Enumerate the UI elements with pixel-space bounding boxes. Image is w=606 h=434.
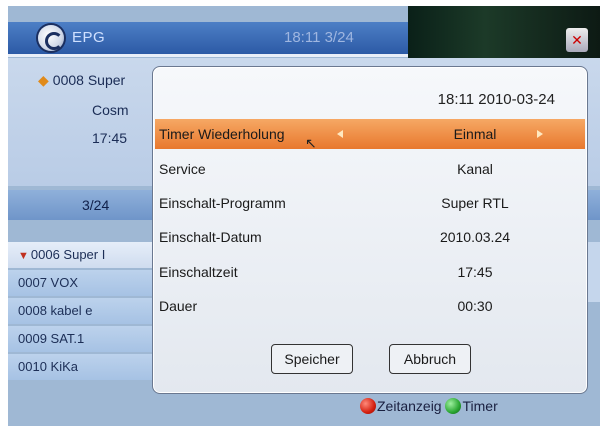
channel-label: 0006 Super I xyxy=(30,247,106,262)
service-row[interactable]: Service Kanal xyxy=(155,154,585,184)
epg-screen: ✕ EPG 18:11 3/24 ◆ 0008 Super Cosm 17:45 … xyxy=(8,6,600,426)
star-icon: ◆ xyxy=(38,72,49,88)
channel-label: 0009 SAT.1 xyxy=(18,331,85,346)
arrow-left-icon[interactable] xyxy=(337,130,343,138)
duration-value: 00:30 xyxy=(457,298,493,314)
channel-item[interactable]: 0010 KiKa xyxy=(8,354,158,380)
timer-repeat-label: Timer Wiederholung xyxy=(159,126,285,142)
start-time-label: Einschaltzeit xyxy=(159,264,238,280)
channel-item[interactable]: 0009 SAT.1 xyxy=(8,326,158,352)
green-key-icon[interactable] xyxy=(445,398,462,414)
key-legend: Zeitanzeig Timer xyxy=(360,398,498,414)
save-button[interactable]: Speicher xyxy=(271,344,353,374)
start-time-value: 17:45 xyxy=(457,264,493,280)
date-value: 2010.03.24 xyxy=(439,229,511,245)
service-value: Kanal xyxy=(457,161,493,177)
red-key-icon[interactable] xyxy=(360,398,376,414)
info-channel: ◆ 0008 Super xyxy=(38,72,125,89)
green-key-label: Timer xyxy=(462,398,498,414)
duration-label: Dauer xyxy=(159,298,198,314)
info-time: 17:45 xyxy=(92,130,128,146)
channel-label: 0007 VOX xyxy=(18,275,78,290)
mute-icon: ✕ xyxy=(566,28,588,52)
page-indicator: 3/24 xyxy=(82,197,110,213)
video-preview: ✕ xyxy=(408,6,600,166)
epg-logo-icon xyxy=(38,25,64,51)
channel-item[interactable]: 0007 VOX xyxy=(8,270,158,296)
program-row[interactable]: Einschalt-Programm Super RTL xyxy=(155,188,585,218)
channel-label: 0008 kabel e xyxy=(18,303,93,318)
date-row[interactable]: Einschalt-Datum 2010.03.24 xyxy=(155,222,585,252)
channel-marker-icon: ▼ xyxy=(18,250,29,262)
start-time-row[interactable]: Einschaltzeit 17:45 xyxy=(155,257,585,287)
program-value: Super RTL xyxy=(441,195,509,211)
program-label: Einschalt-Programm xyxy=(159,195,286,211)
dialog-datetime: 18:11 2010-03-24 xyxy=(437,91,555,108)
header-title: EPG xyxy=(72,29,106,46)
header-time: 18:11 3/24 xyxy=(284,29,354,46)
cancel-button[interactable]: Abbruch xyxy=(389,344,471,374)
red-key-label: Zeitanzeig xyxy=(377,398,442,414)
duration-row[interactable]: Dauer 00:30 xyxy=(155,291,585,321)
info-channel-label: 0008 Super xyxy=(52,72,126,88)
timer-repeat-row[interactable]: Timer Wiederholung ↖ Einmal xyxy=(155,119,585,151)
timer-repeat-value: Einmal xyxy=(453,126,497,142)
channel-item[interactable]: 0008 kabel e xyxy=(8,298,158,324)
info-title: Cosm xyxy=(92,102,129,118)
epg-header: EPG 18:11 3/24 xyxy=(8,22,408,57)
timer-dialog: 18:11 2010-03-24 Timer Wiederholung ↖ Ei… xyxy=(152,66,588,394)
channel-item[interactable]: ▼ 0006 Super I xyxy=(8,242,158,268)
channel-label: 0010 KiKa xyxy=(18,359,78,374)
date-label: Einschalt-Datum xyxy=(159,229,262,245)
arrow-right-icon[interactable] xyxy=(537,130,543,138)
service-label: Service xyxy=(159,161,206,177)
channel-list[interactable]: ▼ 0006 Super I 0007 VOX 0008 kabel e 0009… xyxy=(8,242,158,382)
